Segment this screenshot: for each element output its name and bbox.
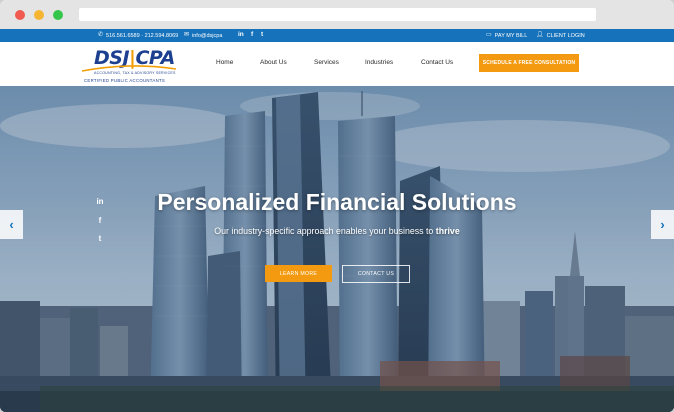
logo-tagline: ACCOUNTING, TAX & ADVISORY SERVICES	[94, 71, 176, 75]
carousel-next-button[interactable]: ›	[651, 210, 674, 239]
chevron-left-icon: ‹	[9, 217, 14, 232]
nav-home[interactable]: Home	[216, 59, 233, 66]
card-icon: ▭	[486, 32, 492, 38]
close-window-button[interactable]	[15, 10, 25, 20]
logo-subtitle: CERTIFIED PUBLIC ACCOUNTANTS	[84, 78, 166, 83]
hero-subtitle-emphasis: thrive	[435, 226, 460, 236]
maximize-window-button[interactable]	[53, 10, 63, 20]
envelope-icon: ✉	[184, 32, 190, 38]
nav-services[interactable]: Services	[314, 59, 339, 66]
hero-title: Personalized Financial Solutions	[157, 189, 517, 215]
linkedin-icon[interactable]: in	[238, 31, 244, 38]
facebook-icon[interactable]: f	[251, 31, 253, 38]
company-logo[interactable]: DSJ|CPA ACCOUNTING, TAX & ADVISORY SERVI…	[80, 47, 180, 83]
contact-us-button[interactable]: CONTACT US	[342, 265, 410, 283]
email-contact[interactable]: ✉ info@dsjcpa	[184, 32, 222, 39]
nav-about-us[interactable]: About Us	[260, 59, 287, 66]
user-icon: 👤︎	[536, 32, 544, 38]
chevron-right-icon: ›	[660, 217, 665, 232]
phone-text: 516.561.6589 · 212.594.8069	[106, 32, 179, 39]
pay-bill-label: PAY MY BILL	[494, 32, 528, 39]
hero-subtitle: Our industry-specific approach enables y…	[0, 226, 674, 236]
client-login-link[interactable]: 👤︎ CLIENT LOGIN	[536, 32, 585, 39]
hero-banner: in f t Personalized Financial Solutions …	[0, 86, 674, 412]
twitter-icon[interactable]: t	[261, 31, 263, 38]
main-navbar: DSJ|CPA ACCOUNTING, TAX & ADVISORY SERVI…	[0, 42, 674, 87]
phone-contact[interactable]: ✆ 516.561.6589 · 212.594.8069	[98, 32, 178, 39]
browser-chrome	[0, 0, 674, 30]
hero-facebook-icon[interactable]: f	[94, 216, 106, 225]
top-info-bar: ✆ 516.561.6589 · 212.594.8069 ✉ info@dsj…	[0, 29, 674, 42]
learn-more-button[interactable]: LEARN MORE	[265, 265, 332, 282]
client-login-label: CLIENT LOGIN	[546, 32, 585, 39]
pay-bill-link[interactable]: ▭ PAY MY BILL	[486, 32, 527, 39]
nav-contact-us[interactable]: Contact Us	[421, 59, 453, 66]
carousel-prev-button[interactable]: ‹	[0, 210, 23, 239]
phone-icon: ✆	[98, 32, 104, 38]
address-bar[interactable]	[79, 8, 596, 21]
schedule-consultation-button[interactable]: SCHEDULE A FREE CONSULTATION	[479, 54, 579, 72]
email-text: info@dsjcpa	[192, 32, 223, 39]
browser-window: ✆ 516.561.6589 · 212.594.8069 ✉ info@dsj…	[0, 0, 674, 412]
hero-subtitle-text: Our industry-specific approach enables y…	[214, 226, 436, 236]
nav-industries[interactable]: Industries	[365, 59, 393, 66]
hero-overlay	[0, 86, 674, 412]
minimize-window-button[interactable]	[34, 10, 44, 20]
